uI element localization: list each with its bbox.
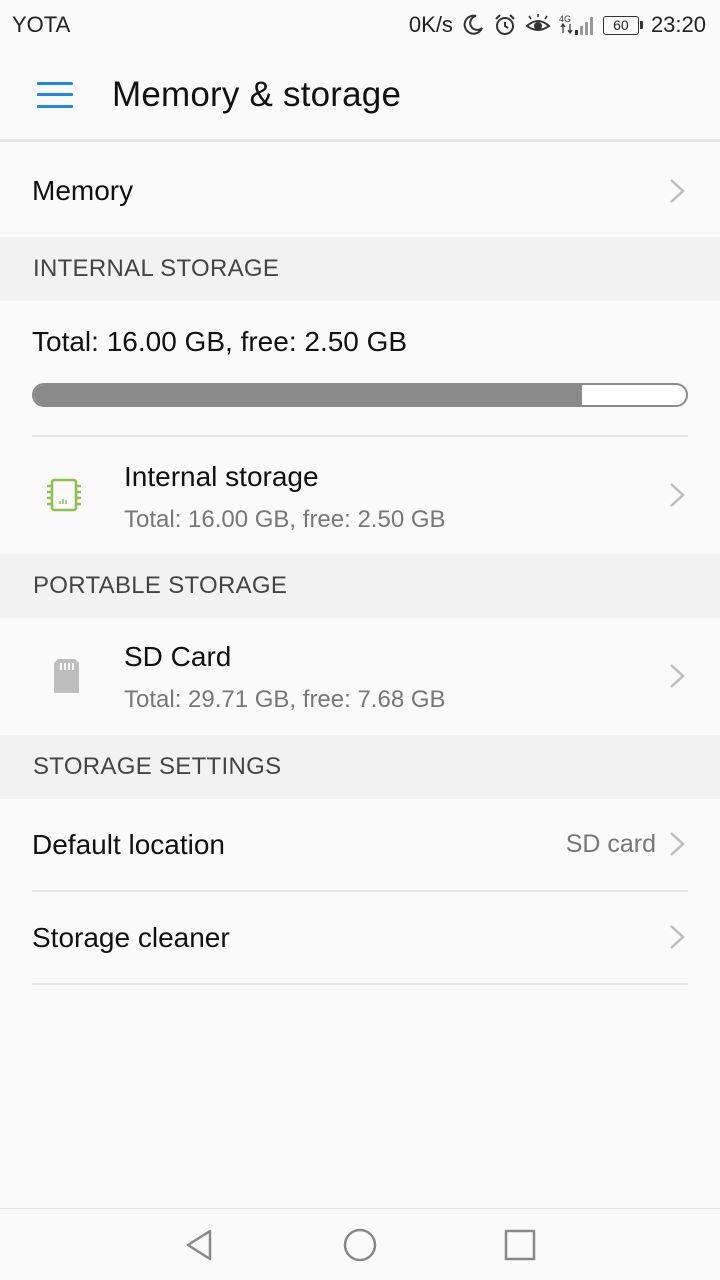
signal-icon: 4G (559, 14, 593, 35)
default-location-row[interactable]: Default location SD card (0, 799, 720, 890)
default-location-value: SD card (565, 830, 656, 858)
section-header-portable-storage: PORTABLE STORAGE (0, 554, 720, 618)
chevron-right-icon (670, 179, 685, 203)
moon-icon (463, 14, 483, 35)
default-location-label: Default location (32, 828, 226, 860)
chip-icon (47, 478, 81, 512)
storage-usage-bar (32, 383, 688, 407)
sd-card-icon (54, 659, 79, 693)
chevron-right-icon (670, 832, 685, 856)
section-header-storage-settings: STORAGE SETTINGS (0, 735, 720, 799)
home-circle-icon[interactable] (342, 1227, 378, 1263)
internal-storage-summary: Total: 16.00 GB, free: 2.50 GB (0, 301, 720, 435)
divider (32, 983, 688, 985)
memory-label: Memory (32, 175, 134, 206)
internal-storage-title: Internal storage (124, 461, 319, 492)
chevron-right-icon (670, 664, 685, 688)
back-triangle-icon[interactable] (182, 1227, 218, 1263)
menu-button[interactable] (0, 49, 112, 141)
section-header-internal-storage: INTERNAL STORAGE (0, 237, 720, 301)
storage-cleaner-label: Storage cleaner (32, 921, 230, 953)
network-speed: 0K/s (408, 12, 453, 37)
hamburger-menu-icon (36, 81, 73, 108)
internal-storage-subtitle: Total: 16.00 GB, free: 2.50 GB (124, 506, 446, 533)
sd-card-subtitle: Total: 29.71 GB, free: 7.68 GB (124, 686, 446, 713)
memory-row[interactable]: Memory (0, 145, 720, 237)
sd-card-title: SD Card (124, 641, 232, 672)
status-bar: YOTA 0K/s 4G 60 23:20 (0, 0, 720, 50)
battery-level: 60 (602, 15, 639, 35)
sd-card-item[interactable]: SD Card Total: 29.71 GB, free: 7.68 GB (0, 618, 720, 735)
app-bar: Memory & storage (0, 50, 720, 142)
alarm-icon (495, 14, 515, 35)
network-type: 4G (559, 14, 571, 24)
internal-storage-item[interactable]: Internal storage Total: 16.00 GB, free: … (0, 437, 720, 554)
status-icons: 0K/s 4G 60 23:20 (409, 12, 706, 38)
chevron-right-icon (670, 925, 685, 949)
eye-comfort-icon (525, 14, 551, 31)
recents-square-icon[interactable] (502, 1227, 538, 1263)
navigation-bar (0, 1208, 720, 1280)
chevron-right-icon (670, 483, 685, 507)
page-title: Memory & storage (112, 74, 402, 114)
storage-cleaner-row[interactable]: Storage cleaner (0, 892, 720, 983)
internal-storage-total: Total: 16.00 GB, free: 2.50 GB (32, 326, 408, 357)
carrier-label: YOTA (12, 12, 71, 37)
battery-icon: 60 (602, 15, 643, 35)
clock: 23:20 (650, 12, 706, 37)
storage-usage-fill (34, 385, 582, 405)
